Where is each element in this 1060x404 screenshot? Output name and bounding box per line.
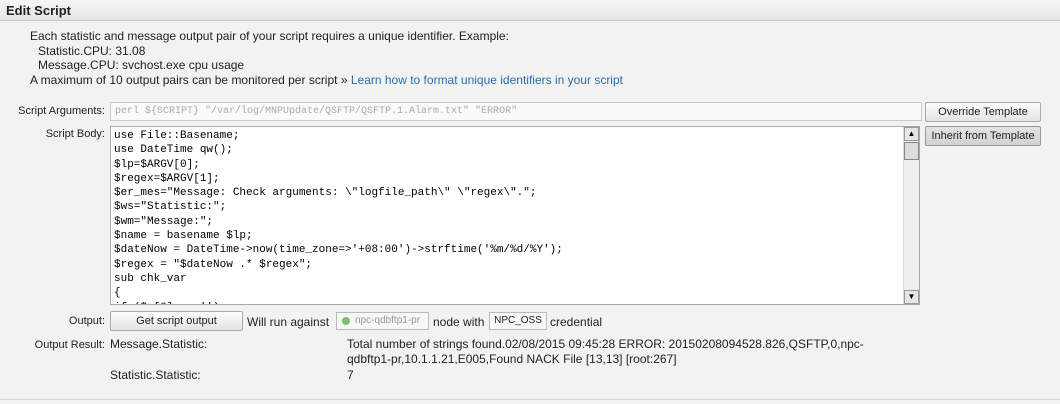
result-value: Total number of strings found.02/08/2015… bbox=[347, 337, 864, 351]
scroll-down-icon[interactable]: ▼ bbox=[904, 290, 919, 304]
output-result-label: Output Result: bbox=[34, 339, 105, 351]
will-run-text: Will run against bbox=[247, 315, 330, 329]
script-arguments-input[interactable]: perl ${SCRIPT} "/var/log/MNPUpdate/QSFTP… bbox=[110, 102, 922, 121]
panel-header: Edit Script bbox=[0, 0, 1060, 21]
result-key: Statistic.Statistic: bbox=[110, 368, 201, 382]
script-body-editor[interactable]: use File::Basename; use DateTime qw(); $… bbox=[110, 126, 920, 305]
max-pairs-line: A maximum of 10 output pairs can be moni… bbox=[30, 73, 623, 88]
script-body-label: Script Body: bbox=[45, 128, 105, 140]
node-with-text: node with bbox=[433, 315, 485, 329]
output-label: Output: bbox=[68, 315, 105, 327]
intro-line: Each statistic and message output pair o… bbox=[30, 29, 509, 43]
example-statistic: Statistic.CPU: 31.08 bbox=[38, 43, 146, 58]
code-scrollbar[interactable]: ▲ ▼ bbox=[903, 127, 919, 304]
script-arguments-label: Script Arguments: bbox=[18, 105, 105, 117]
example-message: Message.CPU: svchost.exe cpu usage bbox=[38, 58, 245, 72]
max-pairs-text: A maximum of 10 output pairs can be moni… bbox=[30, 72, 348, 87]
scroll-up-icon[interactable]: ▲ bbox=[904, 127, 919, 141]
get-script-output-button[interactable]: Get script output bbox=[110, 311, 243, 331]
learn-format-link[interactable]: Learn how to format unique identifiers i… bbox=[351, 73, 623, 87]
node-selector[interactable]: npc-qdbftp1-pr bbox=[336, 312, 429, 330]
panel-title: Edit Script bbox=[6, 3, 72, 18]
divider bbox=[0, 399, 1060, 400]
override-template-button[interactable]: Override Template bbox=[925, 102, 1041, 122]
node-status-icon bbox=[342, 317, 350, 325]
node-name: npc-qdbftp1-pr bbox=[355, 315, 421, 326]
inherit-template-button[interactable]: Inherit from Template bbox=[925, 126, 1041, 146]
intro-text: Each statistic and message output pair o… bbox=[30, 29, 623, 87]
script-code: use File::Basename; use DateTime qw(); $… bbox=[114, 130, 563, 304]
result-value: 7 bbox=[347, 368, 354, 382]
credential-selector[interactable]: NPC_OSS bbox=[489, 312, 547, 330]
result-value: qdbftp1-pr,10.1.1.21,E005,Found NACK Fil… bbox=[347, 352, 677, 366]
result-key: Message.Statistic: bbox=[110, 337, 208, 351]
credential-text: credential bbox=[550, 315, 603, 329]
scroll-thumb[interactable] bbox=[904, 142, 919, 160]
